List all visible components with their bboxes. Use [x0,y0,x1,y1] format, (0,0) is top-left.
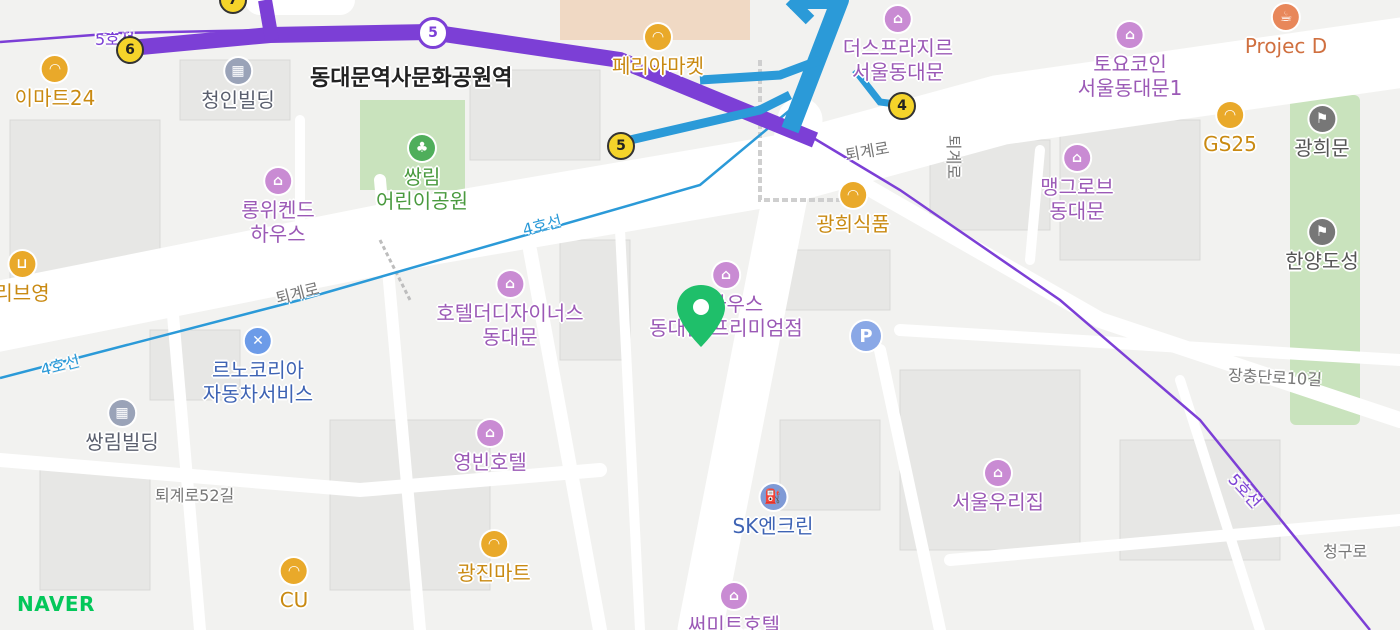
map-canvas[interactable]: 5호선 4호선 4호선 5호선 퇴계로 퇴계로 퇴계로 퇴계로52길 장충단로1… [0,0,1400,630]
poi-emart24[interactable]: ◠ 이마트24 [15,56,95,110]
flag-icon: ⚑ [1308,106,1335,132]
tree-icon: ♣ [409,135,435,161]
poi-mangrove[interactable]: ⌂ 맹그로브 동대문 [1040,145,1114,223]
poi-youngbin-hotel[interactable]: ⌂ 영빈호텔 [453,420,527,474]
poi-toyoko-inn[interactable]: ⌂ 토요코인 서울동대문1 [1078,22,1182,100]
shopping-basket-icon: ◠ [480,531,507,557]
poi-gs25[interactable]: ◠ GS25 [1203,102,1257,156]
poi-hotel-the-designers[interactable]: ⌂ 호텔더디자이너스 동대문 [436,271,584,349]
station-label[interactable]: 동대문역사문화공원역 [310,60,512,92]
bed-icon: ⌂ [264,168,291,194]
line-4-badge[interactable]: 4 [888,92,916,120]
shopping-basket-icon: ◠ [280,558,307,584]
bed-icon: ⌂ [476,420,503,446]
bed-icon: ⌂ [496,271,523,297]
bed-icon: ⌂ [885,6,911,32]
poi-ssangnim-building[interactable]: ▦ 쌍림빌딩 [85,400,159,454]
poi-projec-d[interactable]: ☕ Projec D [1245,4,1327,58]
poi-sk-enclean[interactable]: ⛽ SK엔크린 [732,484,814,538]
road-label-toegye-2: 퇴계로 [944,134,964,180]
flag-icon: ⚑ [1308,219,1335,245]
naver-logo[interactable]: NAVER [17,592,95,616]
bed-icon: ⌂ [721,583,747,609]
road-label-cheonggu: 청구로 [1323,542,1368,561]
road-label-toegye52: 퇴계로52길 [155,486,235,505]
poi-ssangnim-park[interactable]: ♣ 쌍림 어린이공원 [376,135,468,213]
poi-seoul-urijip[interactable]: ⌂ 서울우리집 [952,460,1044,514]
poi-cheongin-building[interactable]: ▦ 청인빌딩 [201,58,275,112]
poi-summit-hotel[interactable]: ⌂ 써미트호텔 [688,583,780,630]
shopping-basket-icon: ◠ [839,182,866,208]
poi-hanyang-doseong[interactable]: ⚑ 한양도성 [1285,219,1359,273]
gas-station-icon: ⛽ [759,484,786,510]
road-label-jangchungdan: 장충단로10길 [1227,365,1323,390]
shopping-basket-icon: ◠ [645,24,671,50]
shopping-basket-icon: ◠ [42,56,68,82]
line-6-badge[interactable]: 6 [116,36,144,64]
poi-renault-korea[interactable]: ✕ 르노코리아 자동차서비스 [203,328,313,406]
poi-gwanghuimun[interactable]: ⚑ 광희문 [1294,106,1350,160]
building-icon: ▦ [108,400,135,426]
line-5-badge[interactable]: 5 [607,132,635,160]
poi-oliveyoung[interactable]: ⊔ 리브영 [0,251,50,305]
parking-icon[interactable]: P [851,321,881,351]
wrench-icon: ✕ [245,328,271,354]
poi-gwanghui-food[interactable]: ◠ 광희식품 [816,182,890,236]
poi-feria-market[interactable]: ◠ 페리아마켓 [612,24,704,78]
poi-gwangjin-mart[interactable]: ◠ 광진마트 [457,531,531,585]
poi-cu[interactable]: ◠ CU [280,558,308,612]
shopping-basket-icon: ◠ [1217,102,1243,128]
bed-icon: ⌂ [1063,145,1090,171]
location-pin-icon[interactable] [675,283,727,349]
bed-icon: ⌂ [985,460,1011,486]
bed-icon: ⌂ [1116,22,1143,48]
building-icon: ▦ [224,58,251,84]
cart-icon: ⊔ [8,251,35,277]
poi-thesprazir[interactable]: ⌂ 더스프라지르 서울동대문 [843,6,953,84]
line-5-station-badge[interactable]: 5 [417,17,449,49]
poi-longweekend-house[interactable]: ⌂ 롱위켄드 하우스 [241,168,315,246]
cup-icon: ☕ [1273,4,1299,30]
